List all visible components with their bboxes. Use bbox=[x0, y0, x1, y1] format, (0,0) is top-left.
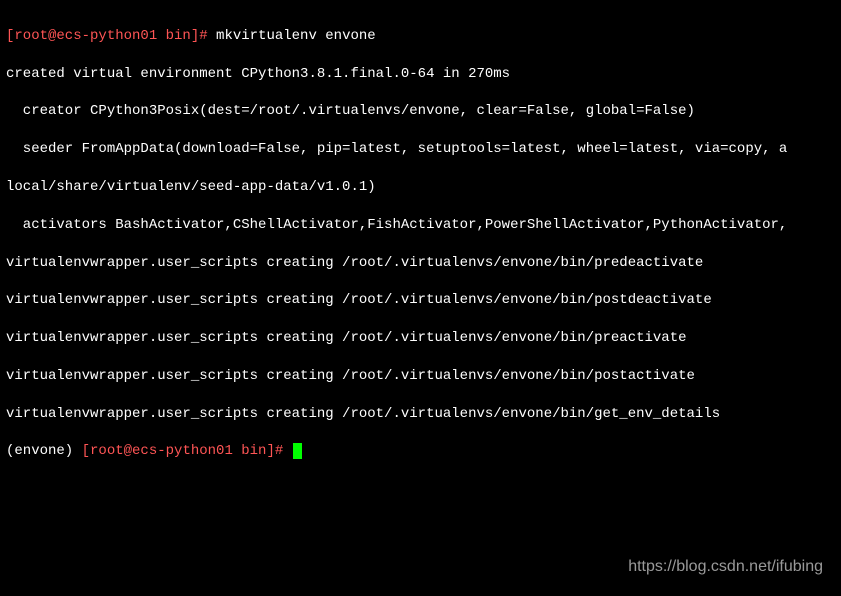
output-line: activators BashActivator,CShellActivator… bbox=[6, 216, 835, 235]
output-line: local/share/virtualenv/seed-app-data/v1.… bbox=[6, 178, 835, 197]
output-line: virtualenvwrapper.user_scripts creating … bbox=[6, 367, 835, 386]
terminal-output[interactable]: [root@ecs-python01 bin]# mkvirtualenv en… bbox=[6, 8, 835, 480]
shell-prompt: [root@ecs-python01 bin]# bbox=[6, 28, 216, 44]
output-line: created virtual environment CPython3.8.1… bbox=[6, 65, 835, 84]
output-line: virtualenvwrapper.user_scripts creating … bbox=[6, 329, 835, 348]
cursor-icon bbox=[293, 443, 302, 459]
watermark-text: https://blog.csdn.net/ifubing bbox=[628, 556, 823, 578]
output-line: seeder FromAppData(download=False, pip=l… bbox=[6, 140, 835, 159]
output-line: creator CPython3Posix(dest=/root/.virtua… bbox=[6, 102, 835, 121]
command-text: mkvirtualenv envone bbox=[216, 28, 376, 44]
shell-prompt: [root@ecs-python01 bin]# bbox=[82, 443, 292, 459]
output-line: virtualenvwrapper.user_scripts creating … bbox=[6, 254, 835, 273]
venv-indicator: (envone) bbox=[6, 443, 82, 459]
output-line: virtualenvwrapper.user_scripts creating … bbox=[6, 405, 835, 424]
output-line: virtualenvwrapper.user_scripts creating … bbox=[6, 291, 835, 310]
